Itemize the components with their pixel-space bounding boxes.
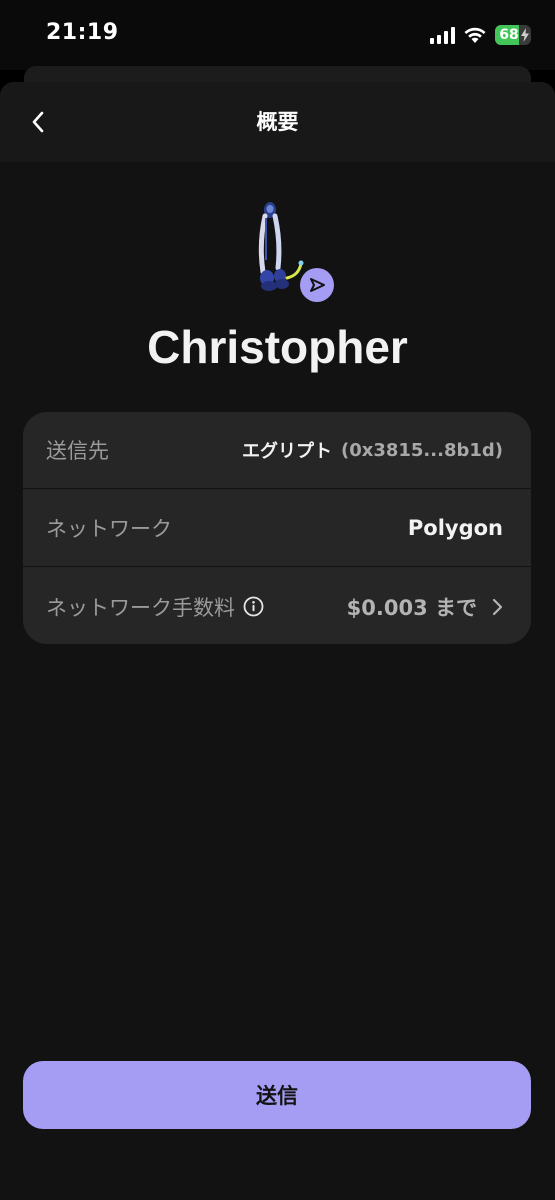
status-icons: 68 xyxy=(430,22,531,48)
charging-bolt-icon xyxy=(521,28,529,42)
battery-icon: 68 xyxy=(495,25,531,45)
send-button[interactable]: 送信 xyxy=(23,1061,531,1129)
page-title: 概要 xyxy=(256,110,299,134)
battery-percent: 68 xyxy=(499,27,519,43)
network-fee-label: ネットワーク手数料 xyxy=(46,595,235,620)
status-bar: 21:19 68 xyxy=(0,0,555,70)
network-fee-label-group: ネットワーク手数料 xyxy=(46,592,264,622)
network-fee-row[interactable]: ネットワーク手数料 $0.003 まで xyxy=(23,568,531,644)
recipient-address: (0x3815...8b1d) xyxy=(340,439,503,461)
network-fee-value-group: $0.003 まで xyxy=(347,592,503,622)
summary-sheet: 概要 Christopher 送信先 エグリプト (0x3815...8b1d) xyxy=(0,82,555,1200)
info-icon[interactable] xyxy=(243,596,264,617)
network-row: ネットワーク Polygon xyxy=(23,490,531,567)
chevron-right-icon xyxy=(492,598,503,615)
signal-icon xyxy=(430,26,455,44)
recipient-row: 送信先 エグリプト (0x3815...8b1d) xyxy=(23,412,531,489)
recipient-label: 送信先 xyxy=(46,439,109,463)
wifi-icon xyxy=(464,27,486,43)
recipient-account-name: エグリプト xyxy=(241,441,332,462)
status-time: 21:19 xyxy=(46,20,119,45)
transaction-details-card: 送信先 エグリプト (0x3815...8b1d) ネットワーク Polygon… xyxy=(23,412,531,644)
sheet-header: 概要 xyxy=(0,82,555,162)
send-button-label: 送信 xyxy=(256,1084,298,1108)
recipient-name: Christopher xyxy=(147,321,408,373)
network-value: Polygon xyxy=(407,516,503,540)
network-label: ネットワーク xyxy=(46,517,172,541)
send-icon xyxy=(310,278,325,292)
send-badge xyxy=(300,268,334,302)
network-fee-value: $0.003 まで xyxy=(346,595,477,620)
recipient-value: エグリプト (0x3815...8b1d) xyxy=(242,437,503,463)
